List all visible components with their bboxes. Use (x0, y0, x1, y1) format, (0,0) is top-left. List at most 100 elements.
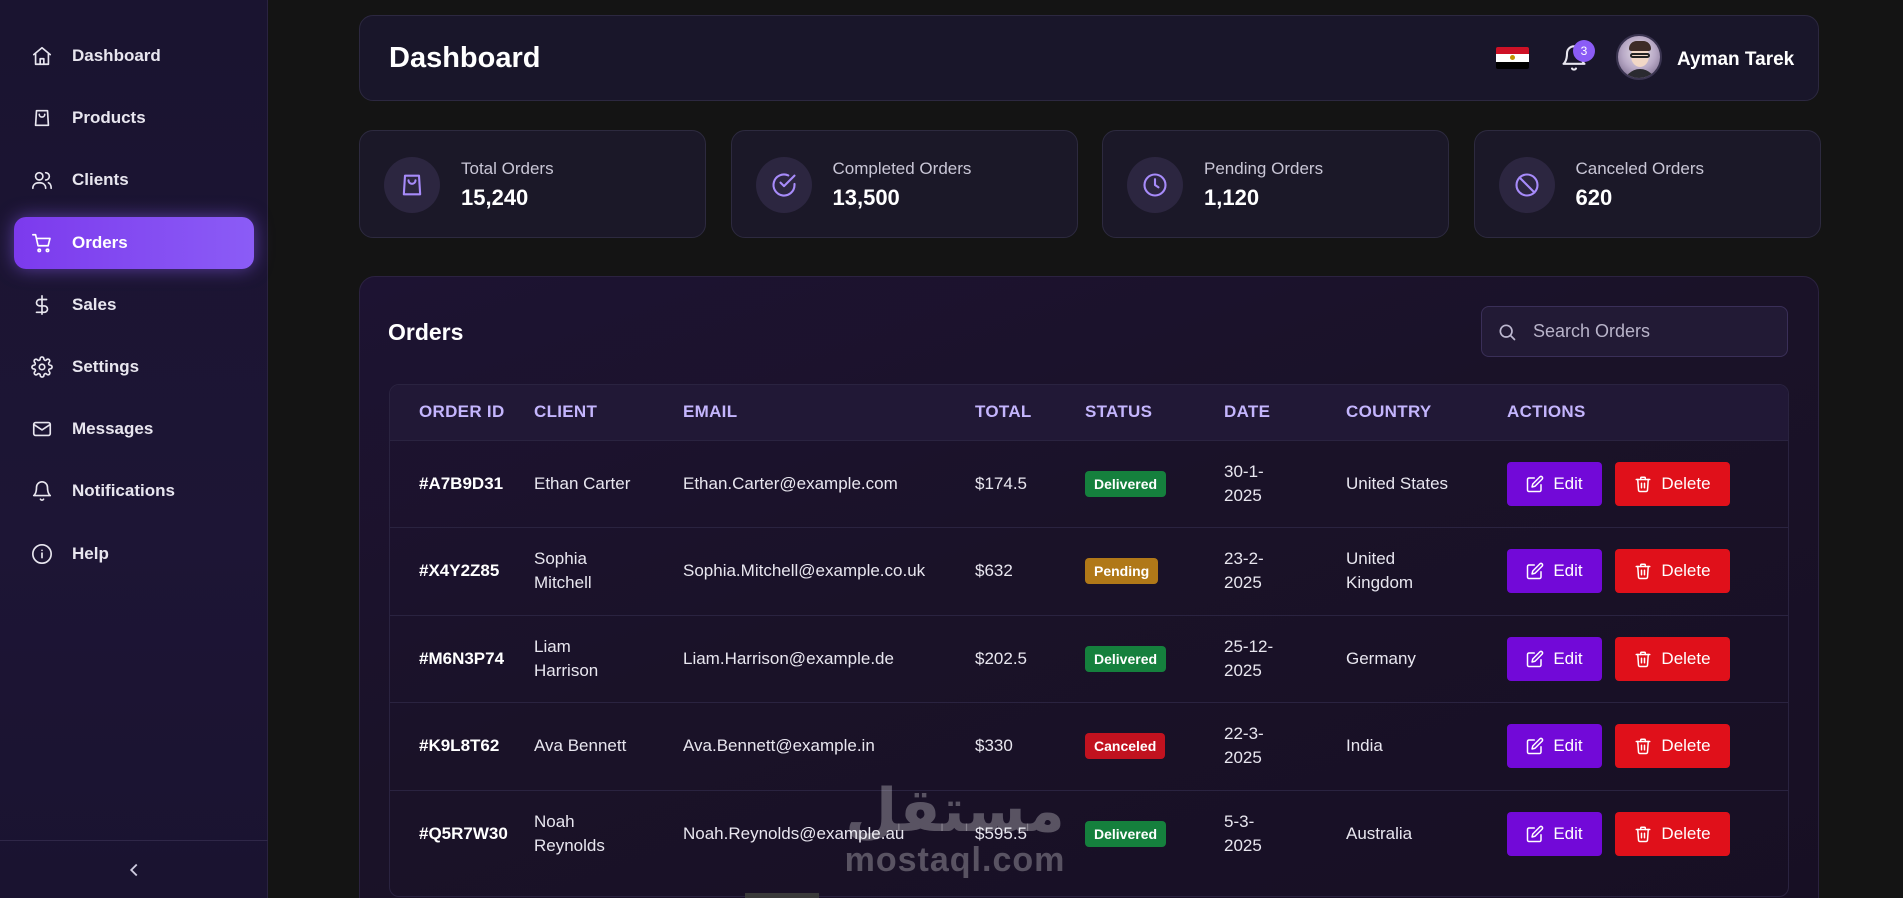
order-country: Australia (1346, 824, 1413, 843)
edit-icon (1527, 475, 1544, 492)
sidebar-item-sales[interactable]: Sales (14, 279, 254, 331)
delete-button[interactable]: Delete (1615, 549, 1730, 594)
stat-card-canceled-orders: Canceled Orders 620 (1473, 130, 1821, 238)
top-header: Dashboard 3 Ayman Tarek (359, 15, 1819, 101)
edit-label: Edit (1553, 736, 1583, 756)
stat-card-total-orders: Total Orders 15,240 (359, 130, 706, 238)
chevron-left-icon (129, 863, 138, 876)
search-icon (1499, 324, 1516, 340)
stat-label: Total Orders (461, 159, 554, 178)
delete-label: Delete (1661, 561, 1711, 581)
order-id: #X4Y2Z85 (419, 561, 500, 581)
horizontal-scrollbar[interactable] (745, 893, 819, 898)
sidebar-item-settings[interactable]: Settings (14, 341, 254, 393)
order-country: United Kingdom (1346, 549, 1414, 593)
check-circle-icon (755, 157, 812, 213)
delete-label: Delete (1661, 824, 1711, 843)
search-box[interactable] (1481, 306, 1788, 357)
sidebar-item-label: Sales (72, 294, 117, 314)
search-input[interactable] (1533, 321, 1773, 342)
client-name: Sophia Mitchell (534, 549, 592, 593)
status-badge: Pending (1085, 558, 1159, 585)
trash-icon (1635, 651, 1651, 667)
order-country: India (1346, 736, 1383, 756)
stat-card-completed-orders: Completed Orders 13,500 (730, 130, 1078, 238)
client-email: Liam.Harrison@example.de (683, 648, 894, 668)
order-id: #K9L8T62 (419, 736, 500, 756)
order-total: $202.5 (975, 648, 1027, 668)
sidebar-item-label: Settings (72, 356, 140, 376)
stat-value: 1,120 (1204, 185, 1260, 210)
column-header-email: EMAIL (683, 402, 738, 422)
order-date: 25-12-2025 (1224, 636, 1274, 680)
page-title: Dashboard (389, 42, 541, 74)
client-name: Liam Harrison (534, 636, 599, 680)
trash-icon (1635, 476, 1651, 492)
table-header-row: ORDER ID CLIENT EMAIL TOTAL STATUS DATE COUNTR… (390, 385, 1788, 440)
delete-button[interactable]: Delete (1615, 724, 1730, 769)
column-header-total: TOTAL (975, 402, 1032, 422)
sidebar-item-label: Clients (72, 170, 129, 190)
sidebar-item-label: Notifications (72, 481, 175, 501)
delete-button[interactable]: Delete (1615, 812, 1730, 856)
orders-title: Orders (388, 319, 464, 345)
sidebar-item-products[interactable]: Products (14, 92, 254, 144)
order-date: 22-3-2025 (1224, 724, 1264, 768)
stat-value: 620 (1575, 185, 1613, 210)
sidebar-item-label: Products (72, 108, 146, 128)
column-header-actions: ACTIONS (1507, 402, 1586, 422)
mail-icon (30, 417, 54, 441)
home-icon (30, 44, 54, 68)
table-row: #X4Y2Z85 Sophia Mitchell Sophia.Mitchell@e… (390, 527, 1788, 616)
edit-button[interactable]: Edit (1507, 636, 1602, 681)
delete-button[interactable]: Delete (1615, 636, 1730, 681)
order-id: #M6N3P74 (419, 648, 505, 668)
status-badge: Canceled (1085, 733, 1166, 760)
edit-button[interactable]: Edit (1507, 812, 1602, 856)
edit-label: Edit (1553, 473, 1583, 493)
user-name[interactable]: Ayman Tarek (1677, 49, 1794, 71)
sidebar-collapse-button[interactable] (0, 840, 268, 898)
order-date: 30-1-2025 (1224, 461, 1264, 505)
sidebar-item-help[interactable]: Help (14, 528, 254, 580)
stat-label: Pending Orders (1204, 159, 1324, 178)
ban-icon (1498, 157, 1555, 213)
order-total: $632 (975, 561, 1013, 581)
edit-label: Edit (1553, 824, 1583, 843)
sidebar-nav: Dashboard Products Clients Orders Sales Setti… (14, 30, 254, 590)
order-total: $595.5 (975, 824, 1027, 843)
sidebar-item-clients[interactable]: Clients (14, 154, 254, 206)
sidebar-item-notifications[interactable]: Notifications (14, 465, 254, 517)
status-badge: Delivered (1085, 645, 1167, 672)
edit-icon (1527, 650, 1544, 667)
client-email: Noah.Reynolds@example.au (683, 824, 905, 843)
trash-icon (1635, 563, 1651, 580)
column-header-client: CLIENT (534, 402, 598, 422)
egypt-flag-icon[interactable] (1496, 47, 1529, 69)
stats-row: Total Orders 15,240 Completed Orders 13,500… (359, 130, 1821, 238)
edit-label: Edit (1553, 648, 1583, 668)
delete-label: Delete (1661, 473, 1711, 493)
notification-count-badge: 3 (1573, 40, 1595, 62)
orders-table: ORDER ID CLIENT EMAIL TOTAL STATUS DATE COUNTR… (389, 384, 1789, 897)
table-body: #A7B9D31 Ethan Carter Ethan.Carter@example… (390, 440, 1788, 878)
sidebar-item-messages[interactable]: Messages (14, 403, 254, 455)
delete-button[interactable]: Delete (1615, 461, 1730, 506)
stat-label: Canceled Orders (1575, 159, 1705, 178)
sidebar-item-orders[interactable]: Orders (14, 216, 254, 269)
users-icon (30, 168, 54, 192)
bell-icon (30, 479, 54, 503)
info-icon (30, 542, 54, 566)
edit-button[interactable]: Edit (1507, 461, 1602, 506)
edit-button[interactable]: Edit (1507, 724, 1602, 769)
avatar[interactable] (1616, 34, 1662, 80)
trash-icon (1635, 738, 1651, 755)
order-id: #Q5R7W30 (419, 824, 508, 843)
shopping-bag-icon (30, 106, 54, 130)
sidebar-item-dashboard[interactable]: Dashboard (14, 30, 254, 82)
table-row: #K9L8T62 Ava Bennett Ava.Bennett@example.i… (390, 702, 1788, 791)
trash-icon (1635, 826, 1651, 843)
edit-button[interactable]: Edit (1507, 549, 1602, 594)
client-name: Ethan Carter (534, 473, 631, 493)
edit-label: Edit (1553, 561, 1583, 581)
